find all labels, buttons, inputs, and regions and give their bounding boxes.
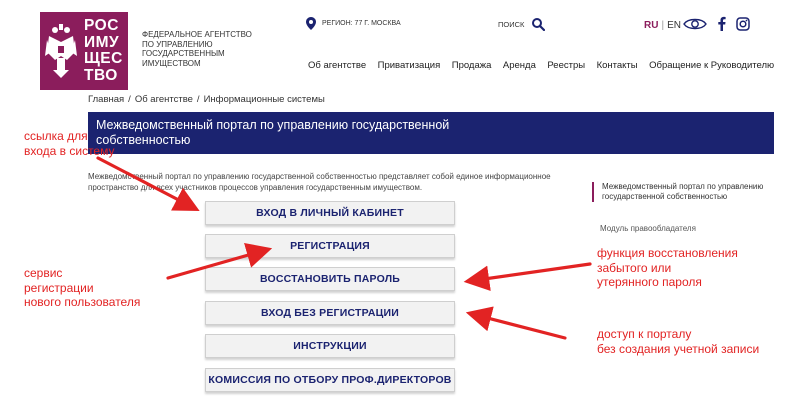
logo-line: ЩЕС <box>84 50 123 67</box>
annotation-noreg: доступ к порталу без создания учетной за… <box>597 327 759 356</box>
annotation-restore: функция восстановления забытого или утер… <box>597 246 738 290</box>
location-pin-icon <box>306 17 316 30</box>
lang-en[interactable]: EN <box>667 20 681 31</box>
breadcrumb: Главная / Об агентстве / Информационные … <box>88 94 325 105</box>
annotation-registration: сервис регистрации нового пользователя <box>24 266 140 310</box>
nav-item-rent[interactable]: Аренда <box>503 60 536 71</box>
annotation-line: сервис <box>24 266 63 280</box>
annotation-line: утерянного пароля <box>597 275 702 289</box>
logo-line: РОС <box>84 17 119 34</box>
instagram-icon[interactable] <box>736 16 750 31</box>
nav-item-appeal[interactable]: Обращение к Руководителю <box>649 60 774 71</box>
annotation-line: функция восстановления <box>597 246 738 260</box>
main-nav: Об агентстве Приватизация Продажа Аренда… <box>308 60 774 71</box>
login-button[interactable]: Вход в личный кабинет <box>205 201 455 225</box>
arrow-to-noreg <box>465 306 567 340</box>
search-icon <box>532 18 546 31</box>
search-label: Поиск <box>498 20 525 29</box>
eagle-emblem-icon <box>45 24 77 78</box>
intro-text: Межведомственный портал по управлению го… <box>88 172 551 192</box>
annotation-login: ссылка для входа в систему <box>24 129 115 158</box>
breadcrumb-separator: / <box>196 94 200 105</box>
region-label: Регион: 77 г. Москва <box>322 20 401 27</box>
sidebar-item-owner-module[interactable]: Модуль правообладателя <box>600 224 696 233</box>
instructions-button[interactable]: Инструкции <box>205 334 455 358</box>
logo-line: ТВО <box>84 66 118 84</box>
sidebar-item-portal[interactable]: Межведомственный портал по управлению го… <box>592 182 772 202</box>
agency-name: Федеральное агентство по управлению госу… <box>142 30 252 68</box>
logo-line: ИМУ <box>84 33 120 51</box>
facebook-icon[interactable] <box>717 16 726 31</box>
page-title: Межведомственный портал по управлению го… <box>96 118 450 147</box>
language-switcher: RU | EN <box>644 20 681 31</box>
annotation-line: доступ к порталу <box>597 327 692 341</box>
commission-button[interactable]: Комиссия по отбору проф.директоров <box>205 368 455 392</box>
login-without-registration-button[interactable]: Вход без регистрации <box>205 301 455 325</box>
nav-item-contacts[interactable]: Контакты <box>597 60 638 71</box>
annotation-line: без создания учетной записи <box>597 341 760 356</box>
nav-item-sale[interactable]: Продажа <box>452 60 492 71</box>
search-button[interactable]: Поиск <box>498 18 546 31</box>
logo[interactable]: РОС ИМУ ЩЕС ТВО <box>40 12 128 90</box>
nav-item-about[interactable]: Об агентстве <box>308 60 366 71</box>
breadcrumb-about[interactable]: Об агентстве <box>135 94 193 105</box>
annotation-line: нового пользователя <box>24 295 141 309</box>
nav-item-privatization[interactable]: Приватизация <box>378 60 441 71</box>
eye-icon[interactable] <box>683 17 707 31</box>
lang-ru[interactable]: RU <box>644 20 658 31</box>
annotation-line: регистрации <box>24 280 94 295</box>
lang-separator: | <box>661 20 665 31</box>
annotation-line: входа в систему <box>24 143 115 158</box>
breadcrumb-current: Информационные системы <box>203 94 325 105</box>
nav-item-registries[interactable]: Реестры <box>547 60 585 71</box>
registration-button[interactable]: Регистрация <box>205 234 455 258</box>
header-icons <box>683 16 750 31</box>
breadcrumb-home[interactable]: Главная <box>88 94 124 105</box>
arrow-to-restore <box>463 262 592 291</box>
annotation-line: забытого или <box>597 260 672 275</box>
logo-wordmark: РОС ИМУ ЩЕС ТВО <box>84 17 123 84</box>
region-selector[interactable]: Регион: 77 г. Москва <box>306 17 401 30</box>
restore-password-button[interactable]: Восстановить пароль <box>205 267 455 291</box>
breadcrumb-separator: / <box>128 94 131 105</box>
page-title-banner: Межведомственный портал по управлению го… <box>88 112 774 154</box>
annotation-line: ссылка для <box>24 129 88 143</box>
